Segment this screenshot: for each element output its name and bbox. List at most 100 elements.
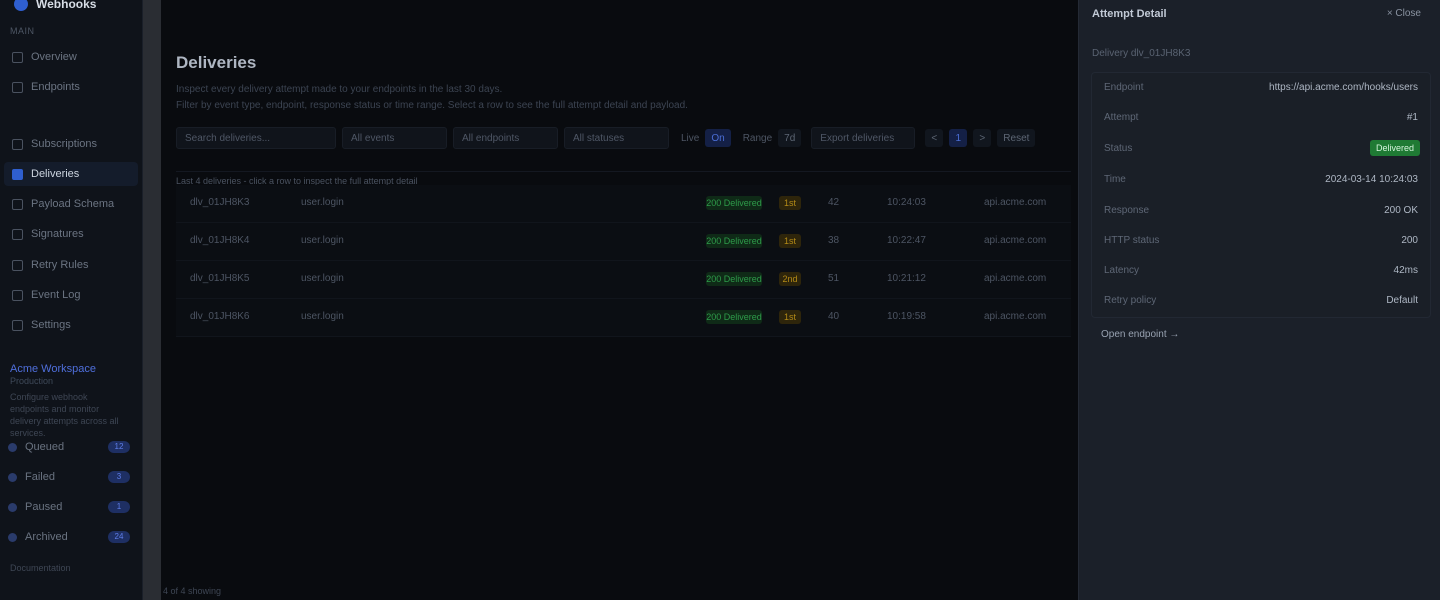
status-badge: 200 Delivered bbox=[706, 234, 762, 248]
event-type: user.login bbox=[301, 197, 344, 208]
status-dot-icon bbox=[8, 472, 17, 482]
page-title: Deliveries bbox=[176, 53, 257, 72]
nav-item-overview[interactable]: Overview bbox=[4, 45, 138, 69]
nav-item-settings[interactable]: Settings bbox=[4, 313, 138, 337]
event-type: user.login bbox=[301, 235, 344, 246]
range-label: Range bbox=[742, 132, 773, 144]
event-filter-select[interactable]: All events bbox=[342, 127, 447, 149]
section-label-main: Main bbox=[10, 26, 35, 36]
nav-item-payload-schema[interactable]: Payload Schema bbox=[4, 192, 138, 216]
attempt-detail-drawer: Attempt Detail × Close Delivery dlv_01JH… bbox=[1078, 0, 1440, 600]
field-row: Endpoint https://api.acme.com/hooks/users bbox=[1092, 73, 1430, 103]
reset-button[interactable]: Reset bbox=[997, 129, 1036, 147]
delivery-id: dlv_01JH8K5 bbox=[190, 273, 250, 284]
field-row: Status Delivered bbox=[1092, 134, 1430, 164]
retry-badge: 1st bbox=[779, 234, 801, 248]
status-filter-select[interactable]: All statuses bbox=[564, 127, 669, 149]
export-button[interactable]: Export deliveries bbox=[811, 127, 916, 149]
table-row[interactable]: dlv_01JH8K3 user.login 200 Delivered 1st… bbox=[176, 185, 1071, 223]
nav-item-endpoints[interactable]: Endpoints bbox=[4, 75, 138, 99]
latency-value: 51 bbox=[828, 273, 840, 284]
retry-badge: 1st bbox=[779, 196, 801, 210]
field-value[interactable]: https://api.acme.com/hooks/users bbox=[1269, 82, 1418, 93]
workspace-subtitle: Production bbox=[10, 376, 54, 386]
field-row: Time 2024-03-14 10:24:03 bbox=[1092, 165, 1430, 195]
field-row: Latency 42ms bbox=[1092, 256, 1430, 286]
retry-badge: 2nd bbox=[779, 272, 801, 286]
workspace-item[interactable]: Failed 3 bbox=[8, 467, 130, 487]
drawer-subtitle: Delivery dlv_01JH8K3 bbox=[1092, 48, 1191, 59]
filter-toolbar: Search deliveries... All events All endp… bbox=[176, 126, 1036, 150]
nav-item-subscriptions[interactable]: Subscriptions bbox=[4, 132, 138, 156]
field-key: HTTP status bbox=[1104, 235, 1160, 246]
nav-item-event-log[interactable]: Event Log bbox=[4, 283, 138, 307]
open-endpoint-link[interactable]: Open endpoint → bbox=[1101, 329, 1179, 340]
status-bar: 4 of 4 showing bbox=[163, 586, 222, 596]
endpoint-host: api.acme.com bbox=[984, 311, 1047, 322]
endpoint-host: api.acme.com bbox=[984, 197, 1047, 208]
field-value: 2024-03-14 10:24:03 bbox=[1325, 174, 1418, 185]
drawer-title: Attempt Detail bbox=[1092, 8, 1167, 20]
search-input[interactable]: Search deliveries... bbox=[176, 127, 336, 149]
nav-label: Deliveries bbox=[31, 168, 80, 180]
field-value: 200 bbox=[1401, 235, 1418, 246]
nav-label: Payload Schema bbox=[31, 198, 115, 210]
nav-label: Retry Rules bbox=[31, 259, 89, 271]
field-key: Attempt bbox=[1104, 112, 1139, 123]
next-page-button[interactable]: > bbox=[973, 129, 992, 147]
brand[interactable]: Webhooks bbox=[14, 0, 96, 14]
prev-page-button[interactable]: < bbox=[925, 129, 944, 147]
list-icon bbox=[12, 289, 23, 301]
field-key: Time bbox=[1104, 174, 1126, 185]
delivery-time: 10:22:47 bbox=[887, 235, 926, 246]
table-row[interactable]: dlv_01JH8K4 user.login 200 Delivered 1st… bbox=[176, 223, 1071, 261]
brand-logo-icon bbox=[14, 0, 28, 11]
code-icon bbox=[12, 198, 23, 210]
key-icon bbox=[12, 228, 23, 240]
nav-item-retry-rules[interactable]: Retry Rules bbox=[4, 253, 138, 277]
workspace-item[interactable]: Queued 12 bbox=[8, 437, 130, 457]
table-row[interactable]: dlv_01JH8K5 user.login 200 Delivered 2nd… bbox=[176, 261, 1071, 299]
documentation-link[interactable]: Documentation bbox=[10, 563, 71, 573]
field-value: 42ms bbox=[1393, 265, 1418, 276]
field-key: Endpoint bbox=[1104, 82, 1144, 93]
live-toggle[interactable]: On bbox=[705, 129, 731, 147]
grid-icon bbox=[12, 51, 23, 63]
table-row[interactable]: dlv_01JH8K6 user.login 200 Delivered 1st… bbox=[176, 299, 1071, 337]
count-badge: 1 bbox=[108, 501, 130, 513]
endpoint-filter-select[interactable]: All endpoints bbox=[453, 127, 558, 149]
field-row: Retry policy Default bbox=[1092, 286, 1430, 316]
workspace-item[interactable]: Archived 24 bbox=[8, 527, 130, 547]
field-row: Attempt #1 bbox=[1092, 103, 1430, 133]
status-badge: 200 Delivered bbox=[706, 310, 762, 324]
status-dot-icon bbox=[8, 502, 17, 512]
status-badge: 200 Delivered bbox=[706, 196, 762, 210]
field-row: HTTP status 200 bbox=[1092, 226, 1430, 256]
refresh-icon bbox=[12, 259, 23, 271]
gear-icon bbox=[12, 319, 23, 331]
delivery-time: 10:24:03 bbox=[887, 197, 926, 208]
latency-value: 40 bbox=[828, 311, 840, 322]
nav-item-deliveries[interactable]: Deliveries bbox=[4, 162, 138, 186]
count-badge: 12 bbox=[108, 441, 130, 453]
status-dot-icon bbox=[8, 532, 17, 542]
range-button[interactable]: 7d bbox=[778, 129, 802, 147]
sidebar: Webhooks Main Overview Endpoints Subscri… bbox=[0, 0, 143, 600]
workspace-item[interactable]: Paused 1 bbox=[8, 497, 130, 517]
nav-label: Settings bbox=[31, 319, 71, 331]
page-number-button[interactable]: 1 bbox=[949, 129, 968, 147]
main-content: Deliveries Inspect every delivery attemp… bbox=[161, 0, 1078, 600]
delivery-time: 10:21:12 bbox=[887, 273, 926, 284]
count-badge: 24 bbox=[108, 531, 130, 543]
endpoint-host: api.acme.com bbox=[984, 235, 1047, 246]
page-description-line: Filter by event type, endpoint, response… bbox=[176, 100, 688, 111]
workspace-title[interactable]: Acme Workspace bbox=[10, 363, 96, 375]
status-badge: Delivered bbox=[1369, 140, 1420, 156]
close-button[interactable]: × Close bbox=[1387, 8, 1421, 19]
workspace-item-label: Failed bbox=[25, 471, 55, 483]
nav-item-signatures[interactable]: Signatures bbox=[4, 222, 138, 246]
field-key: Latency bbox=[1104, 265, 1140, 276]
sidebar-resize-handle[interactable] bbox=[143, 0, 161, 600]
nav-label: Overview bbox=[31, 51, 77, 63]
field-key: Response bbox=[1104, 205, 1150, 216]
